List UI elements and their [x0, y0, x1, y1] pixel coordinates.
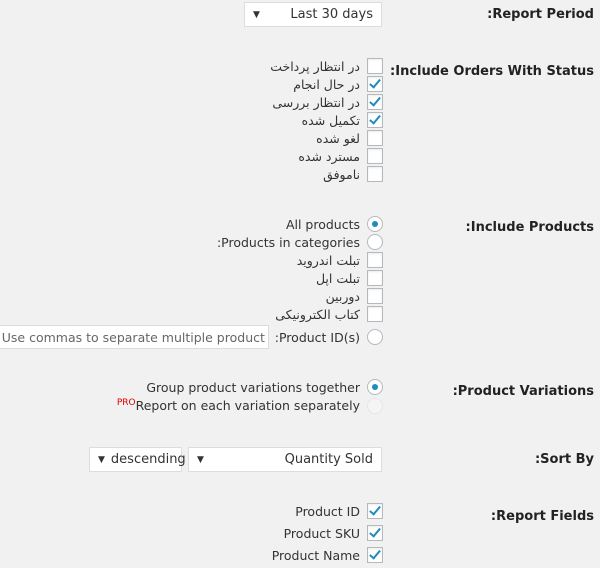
radio-label: All products	[285, 216, 360, 232]
order-status-label: Include Orders With Status:	[390, 64, 594, 79]
radio-button[interactable]	[367, 216, 383, 232]
radio-label: Group product variations together	[146, 379, 360, 395]
checkbox-label: تبلت اندروید	[296, 252, 360, 268]
radio-label: Product ID(s):	[274, 329, 360, 345]
checkbox-label: دوربین	[325, 288, 360, 304]
order-status-option[interactable]: تکمیل شده	[302, 111, 383, 129]
order-status-option[interactable]: لغو شده	[316, 129, 383, 147]
checkbox-label: در حال انجام	[293, 76, 360, 92]
order-status-option[interactable]: در انتظار پرداخت	[270, 57, 383, 75]
radio-button[interactable]	[367, 234, 383, 250]
checkbox-label: Product ID	[295, 503, 360, 519]
checkbox-label: در انتظار بررسی	[272, 94, 360, 110]
category-option[interactable]: تبلت اپل	[316, 269, 383, 287]
checkbox[interactable]	[367, 112, 383, 128]
checkbox-label: مسترد شده	[298, 148, 360, 164]
checkbox[interactable]	[367, 547, 383, 563]
dropdown-arrow-icon: ▼	[197, 454, 204, 465]
sort-order-select[interactable]: ▼ descending	[89, 447, 186, 472]
product-ids-input[interactable]: Use commas to separate multiple product …	[0, 325, 269, 349]
checkbox[interactable]	[367, 252, 383, 268]
category-option[interactable]: دوربین	[326, 287, 383, 305]
checkbox-label: Product SKU	[283, 525, 360, 541]
checkbox-label: لغو شده	[316, 130, 360, 146]
checkbox[interactable]	[367, 166, 383, 182]
checkbox-label: ناموفق	[323, 166, 360, 182]
order-status-option[interactable]: ناموفق	[323, 165, 383, 183]
order-status-option[interactable]: در حال انجام	[293, 75, 383, 93]
radio-all-products[interactable]: All products	[286, 215, 383, 233]
sort-field-value: Quantity Sold	[284, 452, 373, 467]
checkbox[interactable]	[367, 58, 383, 74]
radio-label: Report on each variation separately	[135, 398, 360, 414]
order-status-option[interactable]: مسترد شده	[298, 147, 383, 165]
report-field-option[interactable]: Product SKU	[284, 524, 383, 542]
radio-products-in-categories[interactable]: Products in categories:	[217, 233, 383, 251]
radio-group-variations[interactable]: Group product variations together	[146, 378, 383, 396]
checkbox-label: Product Name	[271, 547, 360, 563]
radio-label: Products in categories:	[216, 234, 360, 250]
report-field-option[interactable]: Product Name	[272, 546, 383, 564]
checkbox[interactable]	[367, 130, 383, 146]
checkbox[interactable]	[367, 288, 383, 304]
checkbox-label: در انتظار پرداخت	[270, 58, 360, 74]
checkbox[interactable]	[367, 76, 383, 92]
category-option[interactable]: کتاب الکترونیکی	[275, 305, 383, 323]
checkbox-label: تبلت اپل	[315, 270, 360, 286]
sort-by-label: Sort By:	[534, 452, 594, 467]
checkbox[interactable]	[367, 148, 383, 164]
radio-button[interactable]	[367, 329, 383, 345]
dropdown-arrow-icon: ▼	[98, 454, 105, 465]
checkbox-label: تکمیل شده	[301, 112, 360, 128]
radio-product-ids[interactable]: Product ID(s): Use commas to separate mu…	[0, 325, 383, 349]
radio-separate-variations: PROReport on each variation separately	[117, 397, 383, 415]
dropdown-arrow-icon: ▼	[253, 9, 260, 20]
sort-field-select[interactable]: Quantity Sold ▼	[188, 447, 382, 472]
checkbox[interactable]	[367, 306, 383, 322]
checkbox[interactable]	[367, 94, 383, 110]
radio-button	[367, 398, 383, 414]
report-period-label: Report Period:	[487, 7, 594, 22]
pro-badge: PRO	[116, 398, 136, 409]
report-period-value: Last 30 days	[290, 7, 373, 22]
checkbox[interactable]	[367, 525, 383, 541]
category-option[interactable]: تبلت اندروید	[297, 251, 383, 269]
order-status-option[interactable]: در انتظار بررسی	[272, 93, 383, 111]
include-products-label: Include Products:	[465, 220, 594, 235]
product-variations-label: Product Variations:	[452, 384, 594, 399]
checkbox[interactable]	[367, 270, 383, 286]
sort-order-value: descending	[110, 452, 186, 467]
checkbox-label: کتاب الکترونیکی	[275, 306, 360, 322]
report-field-option[interactable]: Product ID	[295, 502, 383, 520]
checkbox[interactable]	[367, 503, 383, 519]
radio-button[interactable]	[367, 379, 383, 395]
report-fields-label: Report Fields:	[490, 509, 594, 524]
report-period-select[interactable]: Last 30 days ▼	[244, 2, 382, 27]
